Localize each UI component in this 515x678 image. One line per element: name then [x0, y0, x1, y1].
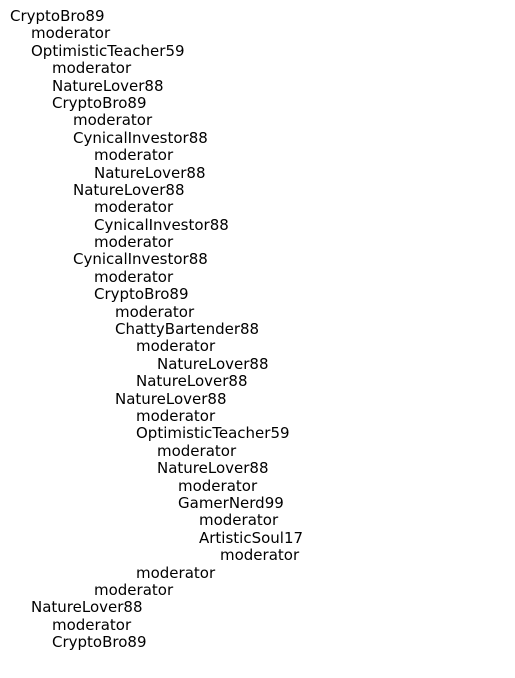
- tree-node: NatureLover88: [73, 180, 185, 199]
- tree-node: moderator: [94, 580, 174, 599]
- tree-node: CynicalInvestor88: [73, 128, 208, 147]
- tree-node: moderator: [178, 476, 258, 495]
- tree-node: NatureLover88: [52, 76, 164, 95]
- tree-node: NatureLover88: [115, 389, 227, 408]
- tree-node: CryptoBro89: [52, 633, 147, 652]
- tree-node: NatureLover88: [157, 459, 269, 478]
- tree-node: OptimisticTeacher59: [31, 41, 185, 60]
- tree-node: CryptoBro89: [52, 93, 147, 112]
- tree-node: moderator: [73, 111, 153, 130]
- tree-node: moderator: [136, 563, 216, 582]
- tree-node: NatureLover88: [31, 598, 143, 617]
- tree-node: NatureLover88: [94, 163, 206, 182]
- tree-node: ChattyBartender88: [115, 320, 260, 339]
- tree-node: moderator: [220, 546, 300, 565]
- tree-node: moderator: [94, 146, 174, 165]
- tree-node: moderator: [94, 198, 174, 217]
- tree-node: NatureLover88: [136, 372, 248, 391]
- tree-node: GamerNerd99: [178, 493, 284, 512]
- tree-node: moderator: [94, 233, 174, 252]
- tree-node: moderator: [157, 441, 237, 460]
- tree-node: NatureLover88: [157, 354, 269, 373]
- tree-node: moderator: [115, 302, 195, 321]
- tree-node: moderator: [94, 267, 174, 286]
- comment-tree: CryptoBro89 moderator OptimisticTeacher59 m…: [10, 7, 304, 652]
- tree-node: moderator: [136, 406, 216, 425]
- tree-node: moderator: [136, 337, 216, 356]
- tree-node: moderator: [199, 511, 279, 530]
- tree-node: CynicalInvestor88: [94, 215, 229, 234]
- tree-node: CryptoBro89: [10, 7, 105, 25]
- tree-node: moderator: [31, 24, 111, 43]
- tree-node: OptimisticTeacher59: [136, 424, 290, 443]
- tree-node: moderator: [52, 59, 132, 78]
- tree-node: moderator: [52, 615, 132, 634]
- tree-node: CynicalInvestor88: [73, 250, 208, 269]
- tree-node: CryptoBro89: [94, 285, 189, 304]
- tree-node: ArtisticSoul17: [199, 528, 304, 547]
